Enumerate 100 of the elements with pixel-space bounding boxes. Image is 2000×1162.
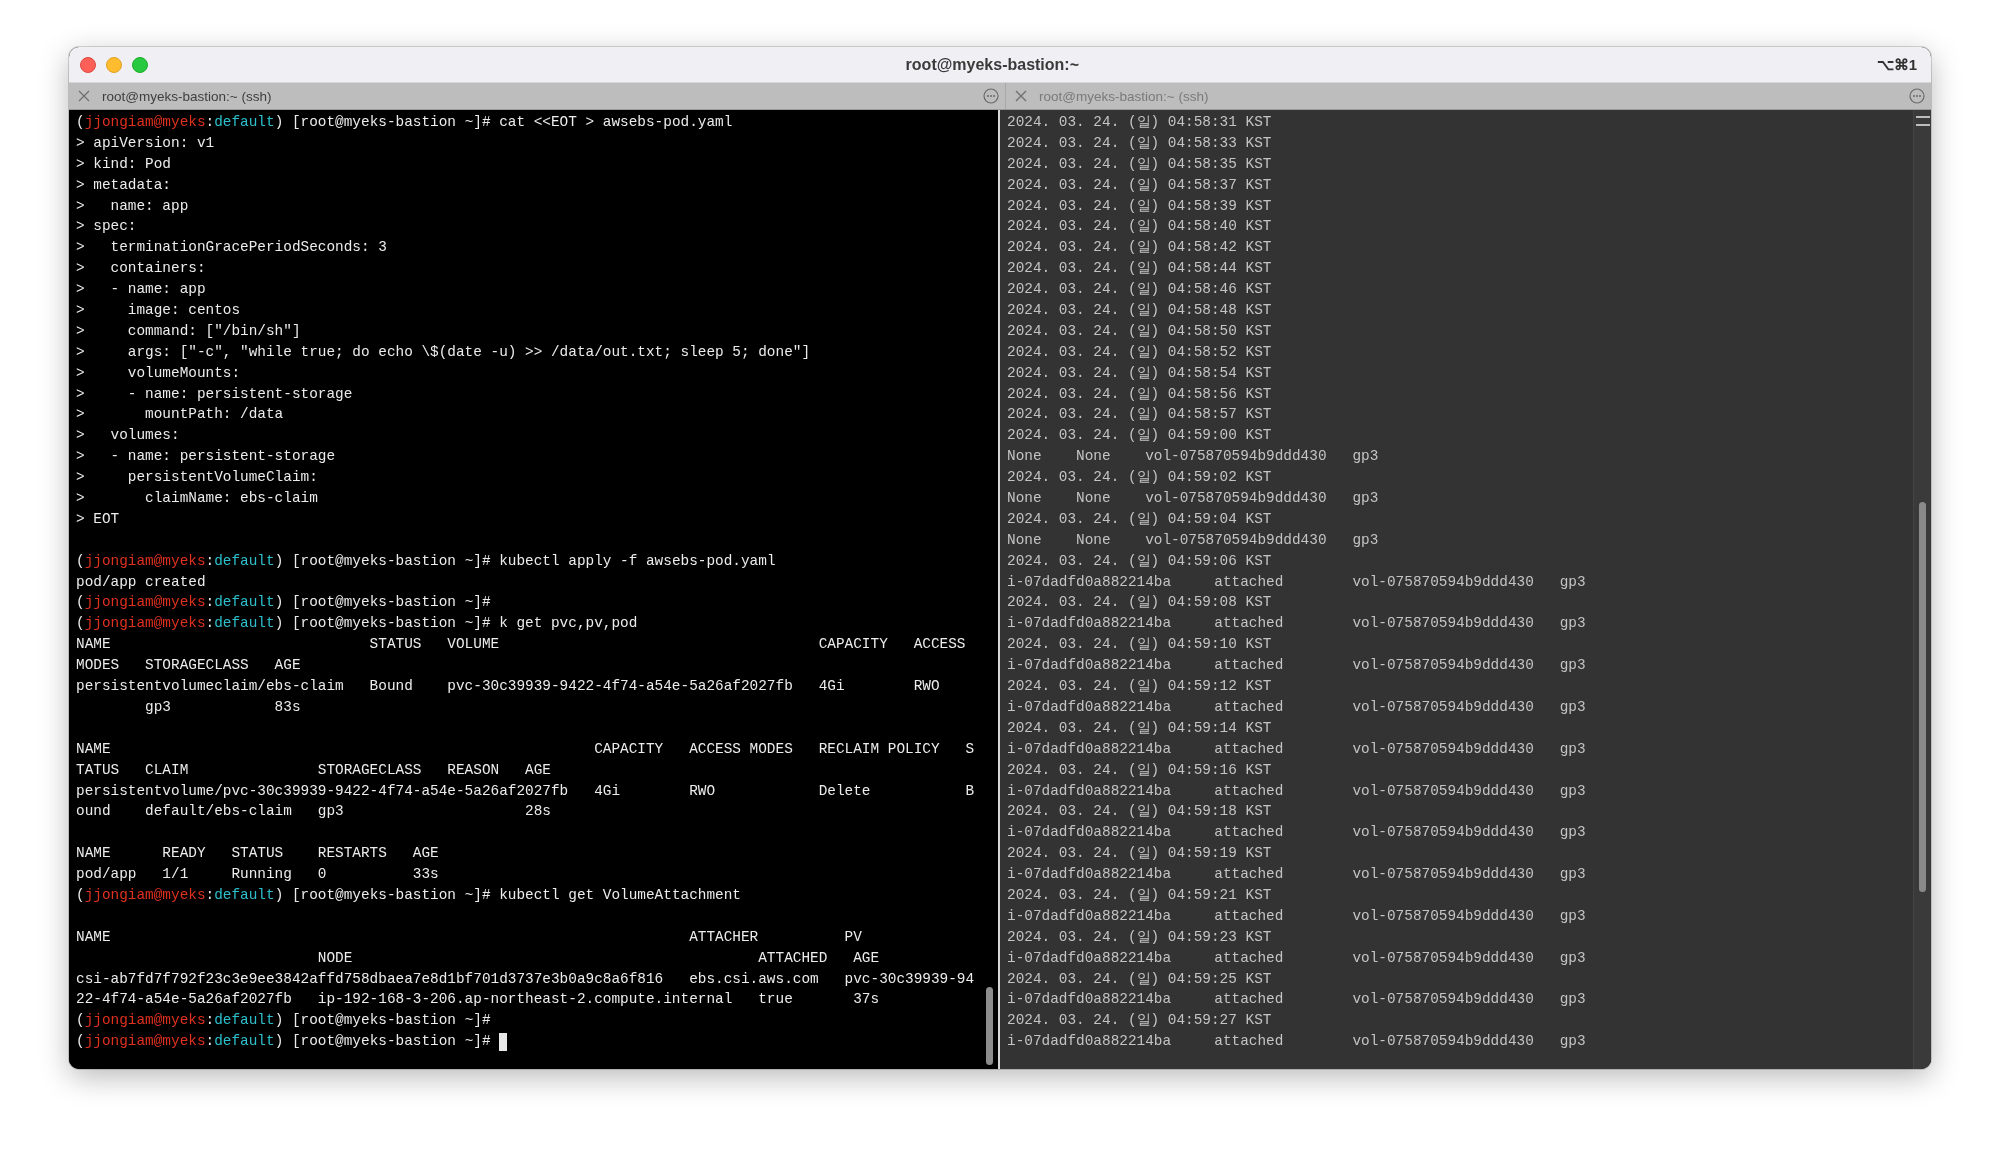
terminal-pane[interactable] [69, 110, 998, 1069]
output-line: > EOT [76, 509, 120, 529]
output-line: i-07dadfd0a882214ba attached vol-075870594b9ddd430 gp3 [1007, 656, 1586, 676]
output-line: > - name: persistent-storage [76, 447, 336, 467]
output-line: 2024. 03. 24. (일) 04:59:12 KST [1007, 677, 1272, 697]
output-line: > volumes: [76, 426, 180, 446]
output-line: persistentvolume/pvc-30c39939-9422-4f74-a54e-5a26af2027fb 4Gi RWO Delete B [76, 781, 975, 801]
output-line: > kind: Pod [76, 154, 171, 174]
output-line: NAME ATTACHER PV [76, 927, 862, 947]
output-line: > image: centos [76, 301, 241, 320]
output-line: TATUS CLAIM STORAGECLASS REASON AGE [76, 760, 551, 780]
scroll-thumb[interactable] [986, 987, 993, 1065]
output-line: 2024. 03. 24. (일) 04:58:44 KST [1007, 259, 1272, 279]
output-line: 2024. 03. 24. (일) 04:58:54 KST [1007, 363, 1272, 383]
output-line: > - name: persistent-storage [76, 384, 353, 404]
zoom-button[interactable] [132, 56, 148, 73]
output-line: i-07dadfd0a882214ba attached vol-075870594b9ddd430 gp3 [1007, 697, 1586, 717]
scroll-marks-icon [1915, 114, 1930, 128]
output-line: ound default/ebs-claim gp3 28s [76, 802, 551, 822]
output-line: > apiVersion: v1 [76, 133, 215, 153]
output-line: 2024. 03. 24. (일) 04:59:08 KST [1007, 593, 1272, 613]
output-line: > terminationGracePeriodSeconds: 3 [76, 238, 387, 258]
output-line: None None vol-075870594b9ddd430 gp3 [1007, 447, 1379, 467]
output-line: NAME READY STATUS RESTARTS AGE [76, 844, 439, 864]
output-line: None None vol-075870594b9ddd430 gp3 [1007, 489, 1379, 509]
output-line: None None vol-075870594b9ddd430 gp3 [1007, 530, 1379, 550]
output-line: 2024. 03. 24. (일) 04:59:10 KST [1007, 635, 1272, 655]
output-line: pod/app created [76, 572, 206, 592]
output-line: 2024. 03. 24. (일) 04:59:00 KST [1007, 426, 1272, 446]
command-line: (jjongiam@myeks:default) [root@myeks-bastion ~]# kubectl get VolumeAttachment [76, 885, 741, 905]
output-line: 2024. 03. 24. (일) 04:58:50 KST [1007, 321, 1272, 341]
output-line: 2024. 03. 24. (일) 04:58:48 KST [1007, 301, 1272, 320]
output-line: i-07dadfd0a882214ba attached vol-075870594b9ddd430 gp3 [1007, 781, 1586, 801]
scroll-thumb[interactable] [1919, 502, 1926, 892]
output-line: persistentvolumeclaim/ebs-claim Bound pvc-30c39939-9422-4f74-a54e-5a26af2027fb 4Gi RWO [76, 677, 940, 697]
output-line: > containers: [76, 259, 206, 279]
output-line: > args: ["-c", "while true; do echo \$(date -u) >> /data/out.txt; sleep 5; done"] [76, 342, 811, 362]
output-line: 2024. 03. 24. (일) 04:58:39 KST [1007, 196, 1272, 216]
output-line: 2024. 03. 24. (일) 04:59:19 KST [1007, 844, 1272, 864]
pane-tab[interactable]: root@myeks-bastion:~ (ssh) [69, 84, 278, 108]
more-options-icon[interactable] [983, 88, 999, 104]
output-line: 2024. 03. 24. (일) 04:58:40 KST [1007, 217, 1272, 237]
output-line: > claimName: ebs-claim [76, 489, 318, 509]
output-line: 2024. 03. 24. (일) 04:58:56 KST [1007, 384, 1272, 404]
output-line: > - name: app [76, 280, 206, 300]
output-line: 22-4f74-a54e-5a26af2027fb ip-192-168-3-206.ap-northeast-2.compute.internal true 37s [76, 990, 880, 1010]
output-line: 2024. 03. 24. (일) 04:59:16 KST [1007, 760, 1272, 780]
close-button[interactable] [80, 56, 96, 73]
command-line: (jjongiam@myeks:default) [root@myeks-bastion ~]# [76, 1032, 492, 1052]
output-line: i-07dadfd0a882214ba attached vol-075870594b9ddd430 gp3 [1007, 739, 1586, 759]
output-line: pod/app 1/1 Running 0 33s [76, 865, 439, 885]
output-line: 2024. 03. 24. (일) 04:59:23 KST [1007, 927, 1272, 947]
output-line: 2024. 03. 24. (일) 04:58:42 KST [1007, 238, 1272, 258]
close-icon[interactable] [1015, 90, 1027, 102]
output-line: i-07dadfd0a882214ba attached vol-075870594b9ddd430 gp3 [1007, 1032, 1586, 1052]
output-line: > metadata: [76, 175, 171, 195]
output-line: 2024. 03. 24. (일) 04:58:35 KST [1007, 154, 1272, 174]
output-line: i-07dadfd0a882214ba attached vol-075870594b9ddd430 gp3 [1007, 823, 1586, 843]
output-line: > volumeMounts: [76, 363, 241, 383]
output-line: i-07dadfd0a882214ba attached vol-075870594b9ddd430 gp3 [1007, 572, 1586, 592]
window-title: root@myeks-bastion:~ [904, 55, 1081, 74]
output-line: i-07dadfd0a882214ba attached vol-075870594b9ddd430 gp3 [1007, 990, 1586, 1010]
more-options-icon[interactable] [1909, 88, 1925, 104]
output-line: 2024. 03. 24. (일) 04:58:57 KST [1007, 405, 1272, 425]
output-line: 2024. 03. 24. (일) 04:58:31 KST [1007, 113, 1272, 132]
close-icon[interactable] [78, 90, 90, 102]
output-line: > command: ["/bin/sh"] [76, 321, 301, 341]
output-line: NAME STATUS VOLUME CAPACITY ACCESS [76, 635, 966, 655]
output-line: 2024. 03. 24. (일) 04:59:02 KST [1007, 468, 1272, 488]
terminal-pane[interactable] [1000, 110, 1931, 1069]
output-line: gp3 83s [144, 697, 301, 717]
output-line: 2024. 03. 24. (일) 04:59:06 KST [1007, 551, 1272, 571]
output-line: 2024. 03. 24. (일) 04:59:25 KST [1007, 969, 1272, 989]
output-line: 2024. 03. 24. (일) 04:58:46 KST [1007, 280, 1272, 300]
output-line: 2024. 03. 24. (일) 04:58:37 KST [1007, 175, 1272, 195]
output-line: MODES STORAGECLASS AGE [76, 656, 301, 676]
output-line: NAME CAPACITY ACCESS MODES RECLAIM POLICY S [76, 739, 975, 759]
shortcut-label: ⌥⌘1 [1876, 55, 1918, 74]
output-line: 2024. 03. 24. (일) 04:59:14 KST [1007, 718, 1272, 738]
output-line: i-07dadfd0a882214ba attached vol-075870594b9ddd430 gp3 [1007, 906, 1586, 926]
command-line: (jjongiam@myeks:default) [root@myeks-bastion ~]# [76, 593, 491, 613]
minimize-button[interactable] [106, 56, 122, 73]
output-line: 2024. 03. 24. (일) 04:59:21 KST [1007, 885, 1272, 905]
output-line: 2024. 03. 24. (일) 04:58:52 KST [1007, 342, 1272, 362]
output-line: 2024. 03. 24. (일) 04:59:27 KST [1007, 1011, 1272, 1031]
output-line: i-07dadfd0a882214ba attached vol-075870594b9ddd430 gp3 [1007, 948, 1586, 968]
command-line: (jjongiam@myeks:default) [root@myeks-bastion ~]# kubectl apply -f awsebs-pod.yaml [76, 551, 776, 571]
output-line: 2024. 03. 24. (일) 04:59:18 KST [1007, 802, 1272, 822]
command-line: (jjongiam@myeks:default) [root@myeks-bastion ~]# cat <<EOT > awsebs-pod.yaml [76, 113, 733, 132]
output-line: NODE ATTACHED AGE [316, 948, 880, 968]
output-line: > mountPath: /data [76, 405, 284, 425]
output-line: csi-ab7fd7f792f23c3e9ee3842affd758dbaea7e8d1bf701d3737e3b0a9c8a6f816 ebs.csi.aws.com pvc-30c39939-94 [76, 969, 975, 989]
command-line: (jjongiam@myeks:default) [root@myeks-bastion ~]# k get pvc,pv,pod [76, 614, 638, 634]
output-line: 2024. 03. 24. (일) 04:59:04 KST [1007, 509, 1272, 529]
output-line: i-07dadfd0a882214ba attached vol-075870594b9ddd430 gp3 [1007, 614, 1586, 634]
output-line: i-07dadfd0a882214ba attached vol-075870594b9ddd430 gp3 [1007, 865, 1586, 885]
output-line: > spec: [76, 217, 137, 237]
output-line: > name: app [76, 196, 189, 216]
command-line: (jjongiam@myeks:default) [root@myeks-bastion ~]# [76, 1011, 491, 1031]
output-line: 2024. 03. 24. (일) 04:58:33 KST [1007, 133, 1272, 153]
